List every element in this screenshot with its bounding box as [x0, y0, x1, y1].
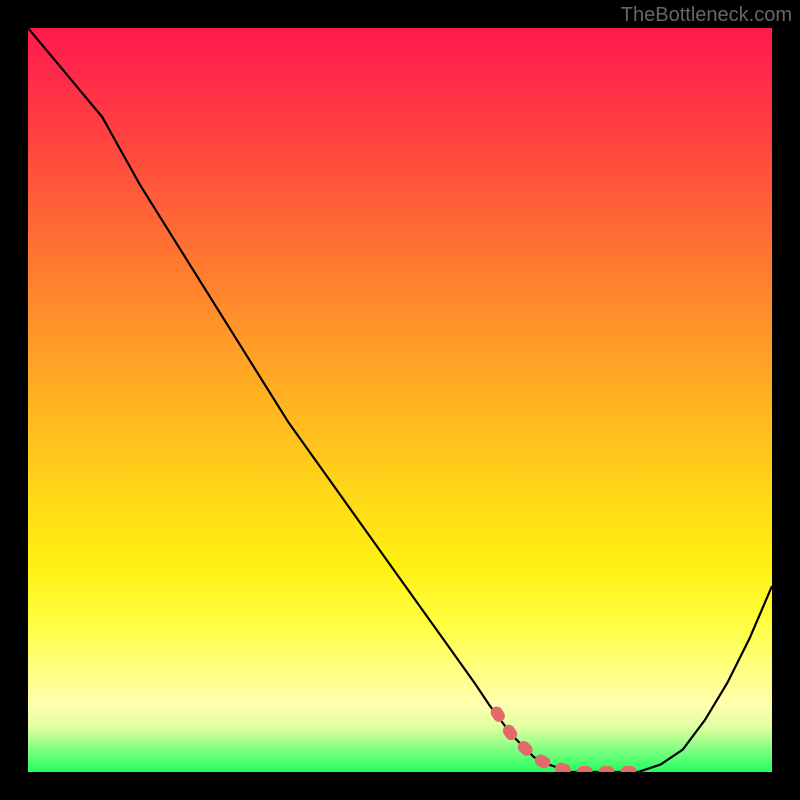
attribution-text: TheBottleneck.com	[621, 4, 792, 27]
plot-area	[28, 28, 772, 772]
bottleneck-curve-line	[28, 28, 772, 772]
chart-svg	[28, 28, 772, 772]
